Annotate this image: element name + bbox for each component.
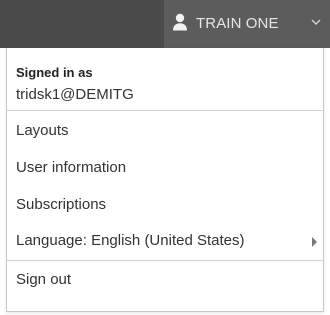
menu-item-label: Layouts (16, 122, 69, 139)
menu-divider (7, 110, 323, 111)
menu-item-language[interactable]: Language: English (United States) (7, 225, 323, 257)
signed-in-label: Signed in as (16, 65, 93, 80)
user-name-label: TRAIN ONE (196, 15, 279, 32)
menu-item-user-information[interactable]: User information (7, 152, 323, 184)
menu-item-label: Subscriptions (16, 196, 107, 213)
user-icon (173, 13, 187, 31)
menu-divider (7, 260, 323, 261)
menu-item-subscriptions[interactable]: Subscriptions (7, 189, 323, 221)
user-menu-button[interactable]: TRAIN ONE (164, 0, 330, 48)
sign-out-button[interactable]: Sign out (7, 264, 323, 296)
menu-item-layouts[interactable]: Layouts (7, 115, 323, 147)
menu-item-label: Language: English (United States) (16, 232, 245, 249)
user-dropdown-menu: Signed in as tridsk1@DEMITG Layouts User… (6, 48, 324, 312)
signed-in-user-id: tridsk1@DEMITG (16, 86, 134, 103)
menu-item-label: User information (16, 159, 127, 176)
arrow-right-icon (312, 237, 317, 247)
chevron-down-icon (311, 19, 321, 26)
sign-out-label: Sign out (16, 271, 72, 288)
top-bar: TRAIN ONE (0, 0, 330, 48)
